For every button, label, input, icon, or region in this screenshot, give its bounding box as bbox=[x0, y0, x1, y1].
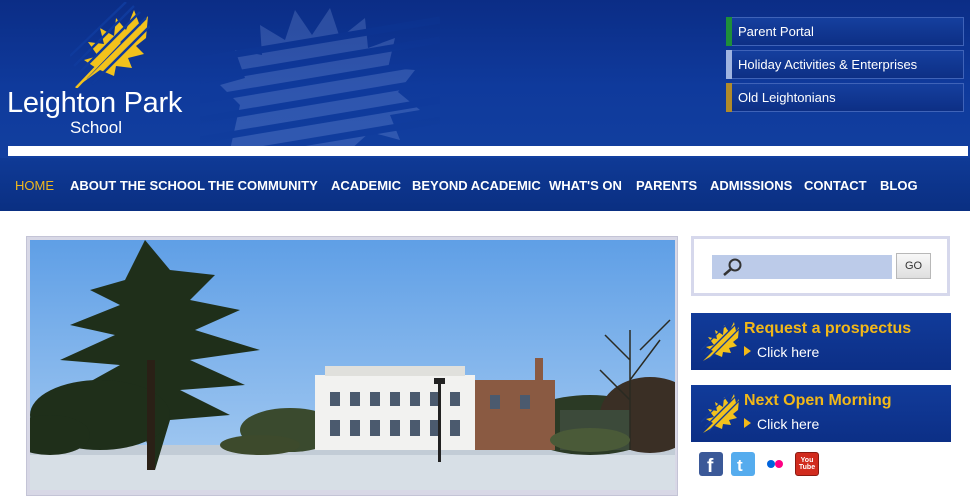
svg-text:f: f bbox=[707, 456, 714, 476]
promo-link-label: Click here bbox=[757, 344, 820, 360]
quick-link-holiday-activities[interactable]: Holiday Activities & Enterprises bbox=[726, 50, 964, 79]
search-panel: GO bbox=[691, 236, 950, 296]
nav-blog[interactable]: BLOG bbox=[880, 178, 918, 193]
nav-beyond-academic[interactable]: BEYOND ACADEMIC bbox=[412, 178, 541, 193]
youtube-icon[interactable]: You Tube bbox=[795, 452, 819, 476]
oak-leaf-logo-icon bbox=[70, 2, 150, 88]
flickr-icon[interactable] bbox=[763, 452, 787, 476]
promo-title: Next Open Morning bbox=[744, 392, 892, 409]
header-divider bbox=[8, 146, 968, 156]
school-name[interactable]: Leighton Park bbox=[7, 86, 182, 120]
main-nav: HOME ABOUT THE SCHOOL THE COMMUNITY ACAD… bbox=[0, 158, 970, 211]
youtube-label: You Tube bbox=[798, 457, 816, 471]
promo-request-prospectus[interactable]: Request a prospectus Click here bbox=[691, 313, 951, 370]
quick-link-label: Holiday Activities & Enterprises bbox=[738, 57, 918, 72]
promo-next-open-morning[interactable]: Next Open Morning Click here bbox=[691, 385, 951, 442]
nav-parents[interactable]: PARENTS bbox=[636, 178, 697, 193]
nav-home[interactable]: HOME bbox=[15, 178, 54, 193]
svg-text:t: t bbox=[737, 456, 743, 475]
site-header: Leighton Park School Parent Portal Holid… bbox=[0, 0, 970, 158]
facebook-icon[interactable]: f bbox=[699, 452, 723, 477]
quick-link-accent bbox=[726, 83, 732, 112]
search-go-button[interactable]: GO bbox=[896, 253, 931, 279]
nav-contact[interactable]: CONTACT bbox=[804, 178, 867, 193]
promo-title: Request a prospectus bbox=[744, 320, 912, 337]
quick-link-label: Parent Portal bbox=[738, 24, 814, 39]
school-subtitle[interactable]: School bbox=[70, 118, 122, 138]
quick-link-old-leightonians[interactable]: Old Leightonians bbox=[726, 83, 964, 112]
nav-whats-on[interactable]: WHAT'S ON bbox=[549, 178, 622, 193]
search-icon bbox=[723, 258, 742, 276]
promo-click-here-link[interactable]: Click here bbox=[744, 416, 819, 432]
quick-link-accent bbox=[726, 50, 732, 79]
nav-academic[interactable]: ACADEMIC bbox=[331, 178, 401, 193]
promo-click-here-link[interactable]: Click here bbox=[744, 344, 819, 360]
school-building-photo bbox=[30, 240, 675, 490]
twitter-icon[interactable]: t bbox=[731, 452, 755, 476]
arrow-right-icon bbox=[744, 418, 751, 428]
quick-link-accent bbox=[726, 17, 732, 46]
nav-the-community[interactable]: THE COMMUNITY bbox=[208, 178, 318, 193]
nav-about-the-school[interactable]: ABOUT THE SCHOOL bbox=[70, 178, 205, 193]
oak-leaf-icon bbox=[700, 319, 739, 361]
quick-link-parent-portal[interactable]: Parent Portal bbox=[726, 17, 964, 46]
oak-leaf-icon bbox=[700, 391, 739, 433]
oak-leaf-watermark-icon bbox=[200, 8, 440, 150]
quick-link-label: Old Leightonians bbox=[738, 90, 836, 105]
nav-admissions[interactable]: ADMISSIONS bbox=[710, 178, 792, 193]
hero-image bbox=[30, 240, 675, 490]
promo-link-label: Click here bbox=[757, 416, 820, 432]
arrow-right-icon bbox=[744, 346, 751, 356]
